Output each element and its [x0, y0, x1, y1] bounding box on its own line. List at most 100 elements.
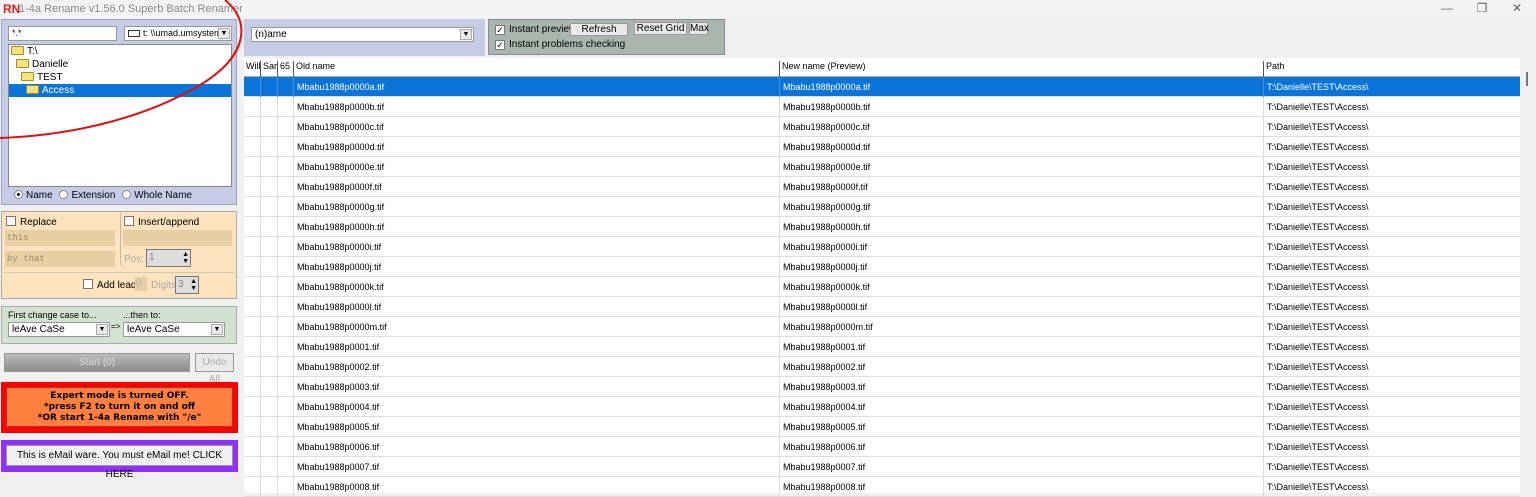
- same-cell: [260, 397, 277, 417]
- new-name-cell: Mbabu1988p0003.tif: [779, 377, 1263, 397]
- tree-item[interactable]: T:\: [9, 45, 231, 58]
- radio-whole-name[interactable]: Whole Name: [122, 190, 192, 201]
- insert-checkbox[interactable]: Insert/append: [124, 216, 199, 228]
- tree-item[interactable]: Danielle: [9, 58, 231, 71]
- column-header[interactable]: New name (Preview): [779, 61, 1263, 77]
- start-button[interactable]: Start (0): [4, 353, 190, 372]
- path-cell: T:\Danielle\TEST\Access\: [1263, 77, 1520, 97]
- table-row[interactable]: Mbabu1988p0001.tifMbabu1988p0001.tifT:\D…: [244, 337, 1520, 357]
- reset-grid-button[interactable]: Reset Grid: [634, 22, 687, 35]
- expert-mode-notice[interactable]: Expert mode is turned OFF. *press F2 to …: [1, 382, 238, 433]
- insert-field[interactable]: [123, 230, 232, 246]
- undo-all-button[interactable]: Undo All: [195, 353, 234, 372]
- instant-preview-checkbox[interactable]: ✓Instant preview: [495, 24, 576, 35]
- close-button[interactable]: ✕: [1502, 1, 1532, 17]
- same-cell: [260, 337, 277, 357]
- path-cell: T:\Danielle\TEST\Access\: [1263, 237, 1520, 257]
- folder-tree[interactable]: T:\DanielleTESTAccess: [8, 44, 232, 187]
- table-row[interactable]: Mbabu1988p0007.tifMbabu1988p0007.tifT:\D…: [244, 457, 1520, 477]
- new-name-cell: Mbabu1988p0004.tif: [779, 397, 1263, 417]
- path-cell: T:\Danielle\TEST\Access\: [1263, 417, 1520, 437]
- column-header[interactable]: Path: [1263, 61, 1520, 77]
- replace-by-field[interactable]: by that: [5, 251, 115, 267]
- maximize-button[interactable]: ❐: [1467, 1, 1497, 17]
- first-case-select[interactable]: leAve CaSe▼: [8, 322, 110, 337]
- email-panel: This is eMail ware. You must eMail me! C…: [1, 440, 238, 472]
- table-row[interactable]: Mbabu1988p0000b.tifMbabu1988p0000b.tifT:…: [244, 97, 1520, 117]
- path-cell: T:\Danielle\TEST\Access\: [1263, 477, 1520, 497]
- table-row[interactable]: Mbabu1988p0000d.tifMbabu1988p0000d.tifT:…: [244, 137, 1520, 157]
- radio-extension[interactable]: Extension: [59, 190, 115, 201]
- path-cell: T:\Danielle\TEST\Access\: [1263, 257, 1520, 277]
- count-cell: [277, 297, 293, 317]
- filter-input[interactable]: *.*: [8, 26, 117, 41]
- table-row[interactable]: Mbabu1988p0000c.tifMbabu1988p0000c.tifT:…: [244, 117, 1520, 137]
- count-cell: [277, 157, 293, 177]
- will-cell: [244, 417, 260, 437]
- old-name-cell: Mbabu1988p0005.tif: [293, 417, 779, 437]
- old-name-cell: Mbabu1988p0002.tif: [293, 357, 779, 377]
- email-button[interactable]: This is eMail ware. You must eMail me! C…: [6, 445, 233, 466]
- column-header[interactable]: 65 (: [277, 61, 293, 77]
- pos-stepper[interactable]: 1▲▼: [146, 249, 191, 267]
- table-row[interactable]: Mbabu1988p0000i.tifMbabu1988p0000i.tifT:…: [244, 237, 1520, 257]
- will-cell: [244, 237, 260, 257]
- radio-name[interactable]: Name: [14, 190, 53, 201]
- tree-item[interactable]: Access: [9, 84, 231, 97]
- will-cell: [244, 177, 260, 197]
- instant-check-checkbox[interactable]: ✓Instant problems checking: [495, 39, 625, 50]
- count-cell: [277, 77, 293, 97]
- table-row[interactable]: Mbabu1988p0006.tifMbabu1988p0006.tifT:\D…: [244, 437, 1520, 457]
- will-cell: [244, 77, 260, 97]
- digits-stepper[interactable]: 3▲▼: [175, 276, 199, 294]
- same-cell: [260, 357, 277, 377]
- divider: [120, 213, 121, 265]
- table-row[interactable]: Mbabu1988p0000l.tifMbabu1988p0000l.tifT:…: [244, 297, 1520, 317]
- replace-checkbox[interactable]: Replace: [6, 216, 57, 228]
- tree-item[interactable]: TEST: [9, 71, 231, 84]
- replace-this-field[interactable]: this: [5, 230, 115, 246]
- lead-value[interactable]: 0: [135, 277, 147, 291]
- refresh-button[interactable]: Refresh: [570, 23, 628, 36]
- old-name-cell: Mbabu1988p0000c.tif: [293, 117, 779, 137]
- divider: [3, 272, 235, 273]
- old-name-cell: Mbabu1988p0008.tif: [293, 477, 779, 497]
- table-row[interactable]: Mbabu1988p0000j.tifMbabu1988p0000j.tifT:…: [244, 257, 1520, 277]
- column-header[interactable]: Sar: [260, 61, 277, 77]
- table-row[interactable]: Mbabu1988p0000e.tifMbabu1988p0000e.tifT:…: [244, 157, 1520, 177]
- table-row[interactable]: Mbabu1988p0004.tifMbabu1988p0004.tifT:\D…: [244, 397, 1520, 417]
- table-row[interactable]: Mbabu1988p0000a.tifMbabu1988p0000a.tifT:…: [244, 77, 1520, 97]
- add-lead-checkbox[interactable]: Add lead: [83, 279, 136, 291]
- will-cell: [244, 397, 260, 417]
- table-row[interactable]: Mbabu1988p0000g.tifMbabu1988p0000g.tifT:…: [244, 197, 1520, 217]
- max-button[interactable]: Max: [689, 22, 708, 35]
- new-name-cell: Mbabu1988p0007.tif: [779, 457, 1263, 477]
- will-cell: [244, 317, 260, 337]
- same-cell: [260, 217, 277, 237]
- column-header[interactable]: Old name: [293, 61, 779, 77]
- table-row[interactable]: Mbabu1988p0000f.tifMbabu1988p0000f.tifT:…: [244, 177, 1520, 197]
- same-cell: [260, 437, 277, 457]
- expert-line: *press F2 to turn it on and off: [7, 402, 232, 413]
- then-case-select[interactable]: leAve CaSe▼: [123, 322, 225, 337]
- table-row[interactable]: Mbabu1988p0000h.tifMbabu1988p0000h.tifT:…: [244, 217, 1520, 237]
- scrollbar-thumb[interactable]: [1526, 72, 1528, 86]
- table-row[interactable]: Mbabu1988p0008.tifMbabu1988p0008.tifT:\D…: [244, 477, 1520, 497]
- table-row[interactable]: Mbabu1988p0005.tifMbabu1988p0005.tifT:\D…: [244, 417, 1520, 437]
- name-mask-select[interactable]: (n)ame▼: [251, 27, 474, 42]
- table-row[interactable]: Mbabu1988p0000k.tifMbabu1988p0000k.tifT:…: [244, 277, 1520, 297]
- file-grid[interactable]: Will Sar 65 ( Old name New name (Preview…: [244, 58, 1520, 493]
- column-header[interactable]: Will: [244, 61, 260, 77]
- count-cell: [277, 317, 293, 337]
- drive-select[interactable]: t: \\umad.umsystem▼: [124, 26, 232, 41]
- old-name-cell: Mbabu1988p0000a.tif: [293, 77, 779, 97]
- count-cell: [277, 137, 293, 157]
- path-cell: T:\Danielle\TEST\Access\: [1263, 397, 1520, 417]
- will-cell: [244, 377, 260, 397]
- table-row[interactable]: Mbabu1988p0000m.tifMbabu1988p0000m.tifT:…: [244, 317, 1520, 337]
- table-row[interactable]: Mbabu1988p0003.tifMbabu1988p0003.tifT:\D…: [244, 377, 1520, 397]
- table-row[interactable]: Mbabu1988p0002.tifMbabu1988p0002.tifT:\D…: [244, 357, 1520, 377]
- new-name-cell: Mbabu1988p0006.tif: [779, 437, 1263, 457]
- old-name-cell: Mbabu1988p0000b.tif: [293, 97, 779, 117]
- minimize-button[interactable]: —: [1432, 1, 1462, 17]
